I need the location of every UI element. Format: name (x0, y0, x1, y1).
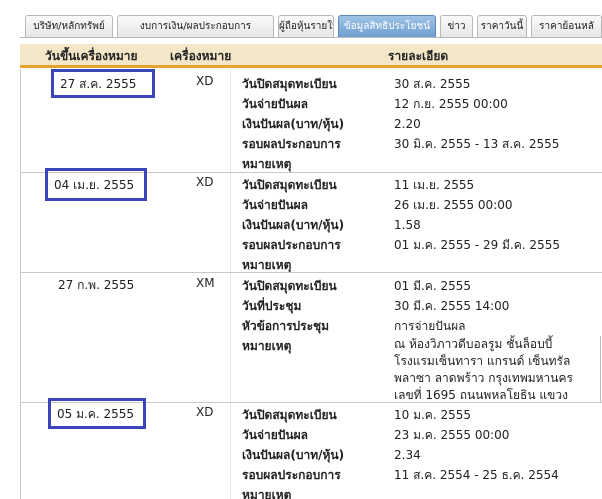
note-line: ณ ห้องวิภาวดีบอลรูม ชั้นล็อบบี้ (394, 337, 553, 351)
table-row-details: วันปิดสมุดทะเบียน 01 มี.ค. 2555 วันที่ประ… (242, 276, 584, 404)
tab-major-shareholders[interactable]: ผู้ถือหุ้นรายใหญ่ (278, 15, 334, 37)
detail-value: 23 ม.ค. 2555 00:00 (394, 428, 510, 442)
detail-value: 11 เม.ย. 2555 (394, 178, 475, 192)
table-left-border (20, 70, 21, 499)
detail-value: 1.58 (394, 218, 421, 232)
detail-label: เงินปันผล(บาท/หุ้น) (242, 117, 345, 131)
detail-value: 2.20 (394, 117, 421, 131)
tab-company[interactable]: บริษัท/หลักทรัพย์ (25, 15, 113, 37)
detail-label: วันปิดสมุดทะเบียน (242, 178, 337, 192)
tab-underline (20, 37, 602, 38)
detail-value (394, 485, 584, 499)
detail-label: หมายเหตุ (242, 339, 292, 353)
detail-value: 30 ส.ค. 2555 (394, 77, 471, 91)
detail-label: วันปิดสมุดทะเบียน (242, 408, 337, 422)
detail-value: 10 ม.ค. 2555 (394, 408, 472, 422)
detail-label: รอบผลประกอบการ (242, 238, 341, 252)
tab-financials[interactable]: งบการเงิน/ผลประกอบการ (117, 15, 274, 37)
detail-label: เงินปันผล(บาท/หุ้น) (242, 218, 345, 232)
detail-label: เงินปันผล(บาท/หุ้น) (242, 448, 345, 462)
detail-label: รอบผลประกอบการ (242, 468, 341, 482)
header-sign: เครื่องหมาย (170, 49, 232, 63)
detail-label: วันจ่ายปันผล (242, 198, 308, 212)
detail-value: การจ่ายปันผล (394, 319, 466, 333)
detail-value: 01 มี.ค. 2555 (394, 279, 472, 293)
detail-value: 2.34 (394, 448, 421, 462)
tab-rights-benefits[interactable]: ข้อมูลสิทธิประโยชน์ (338, 15, 436, 37)
detail-value: 26 เม.ย. 2555 00:00 (394, 198, 513, 212)
note-line: โรงแรมเซ็นทารา แกรนด์ เซ็นทรัล (394, 354, 571, 368)
detail-value: 30 มิ.ค. 2555 - 13 ส.ค. 2555 (394, 137, 560, 151)
header-detail: รายละเอียด (388, 49, 449, 63)
detail-note-value: ณ ห้องวิภาวดีบอลรูม ชั้นล็อบบี้ โรงแรมเซ… (394, 336, 584, 404)
table-row-sign: XD (196, 175, 214, 189)
detail-value: 12 ก.ย. 2555 00:00 (394, 97, 508, 111)
table-row-date: 04 เม.ย. 2555 (45, 168, 147, 201)
detail-label: หัวข้อการประชุม (242, 319, 330, 333)
row-separator (20, 272, 602, 273)
detail-label: หมายเหตุ (242, 157, 292, 171)
table-row-sign: XD (196, 405, 214, 419)
table-row-date: 27 ส.ค. 2555 (51, 69, 155, 98)
detail-label: รอบผลประกอบการ (242, 137, 341, 151)
detail-label: วันที่ประชุม (242, 299, 302, 313)
scroll-edge (600, 336, 601, 402)
detail-label: วันจ่ายปันผล (242, 97, 308, 111)
table-row-sign: XD (196, 74, 214, 88)
detail-value: 30 มี.ค. 2555 14:00 (394, 299, 510, 313)
tab-news[interactable]: ข่าว (440, 15, 473, 37)
table-row-date: 27 ก.พ. 2555 (58, 278, 135, 292)
table-row-details: วันปิดสมุดทะเบียน 11 เม.ย. 2555 วันจ่ายปั… (242, 175, 584, 275)
detail-label: วันปิดสมุดทะเบียน (242, 77, 337, 91)
detail-label: วันจ่ายปันผล (242, 428, 308, 442)
detail-value: 11 ส.ค. 2554 - 25 ธ.ค. 2554 (394, 468, 559, 482)
detail-label: วันปิดสมุดทะเบียน (242, 279, 337, 293)
table-row-sign: XM (196, 276, 215, 290)
column-divider (230, 70, 231, 499)
tab-historical-price[interactable]: ราคาย้อนหลั (531, 15, 602, 37)
table-row-details: วันปิดสมุดทะเบียน 30 ส.ค. 2555 วันจ่ายปัน… (242, 74, 584, 174)
tab-today-price[interactable]: ราคาวันนี้ (477, 15, 527, 37)
header-date: วันขึ้นเครื่องหมาย (45, 49, 138, 63)
table-header: วันขึ้นเครื่องหมาย เครื่องหมาย รายละเอีย… (20, 44, 602, 68)
detail-value: 01 ม.ค. 2555 - 29 มี.ค. 2555 (394, 238, 560, 252)
table-row-date: 05 ม.ค. 2555 (48, 398, 146, 429)
table-row-details: วันปิดสมุดทะเบียน 10 ม.ค. 2555 วันจ่ายปัน… (242, 405, 584, 499)
detail-value (394, 154, 584, 174)
tab-bar: บริษัท/หลักทรัพย์ งบการเงิน/ผลประกอบการ … (0, 0, 602, 38)
note-line: พลาซา ลาดพร้าว กรุงเทพมหานคร (394, 371, 573, 385)
detail-label: หมายเหตุ (242, 488, 292, 499)
